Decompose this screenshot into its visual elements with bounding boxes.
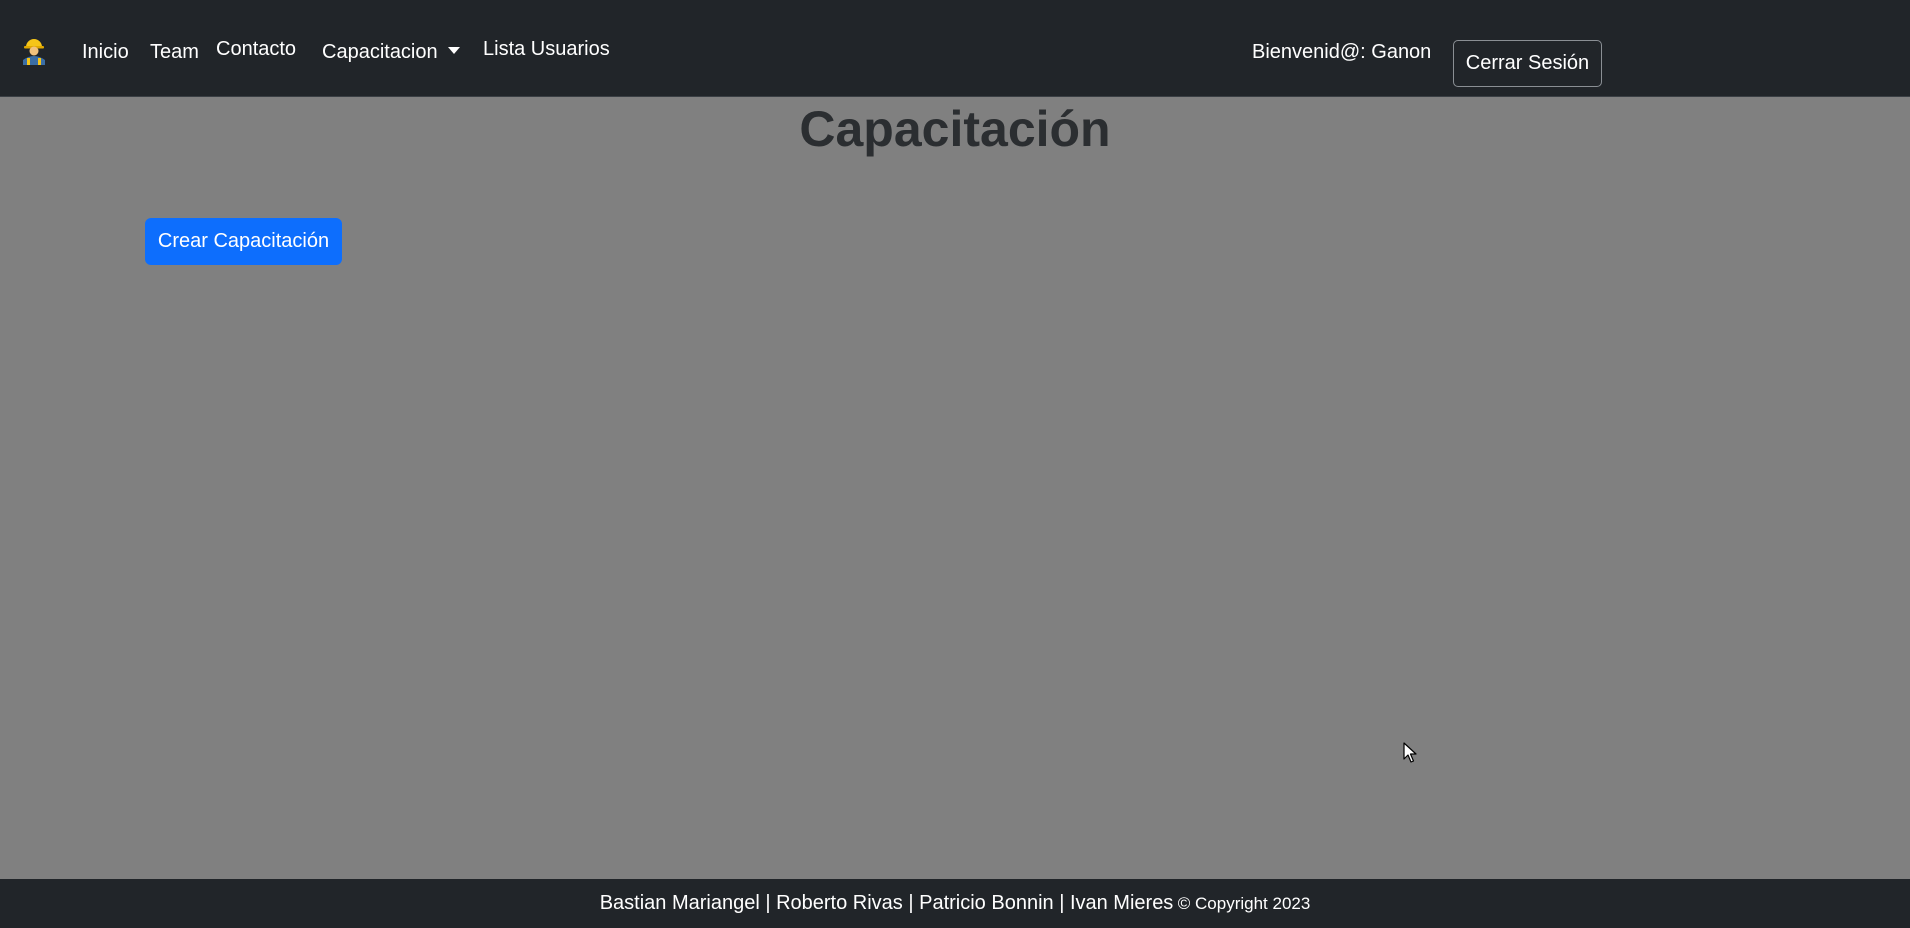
- page-title: Capacitación: [799, 101, 1111, 157]
- nav-dropdown-capacitacion[interactable]: Capacitacion: [322, 40, 460, 64]
- nav-link-team[interactable]: Team: [150, 40, 199, 64]
- nav-link-inicio[interactable]: Inicio: [82, 40, 129, 64]
- top-navbar: Inicio Team Contacto Capacitacion Lista …: [0, 0, 1910, 97]
- caret-down-icon: [447, 47, 460, 55]
- nav-link-contacto[interactable]: Contacto: [216, 37, 296, 61]
- welcome-user-text: Bienvenid@: Ganon: [1252, 41, 1432, 63]
- construction-worker-icon[interactable]: [18, 33, 50, 65]
- logout-button[interactable]: Cerrar Sesión: [1453, 40, 1602, 87]
- footer-authors: Bastian Mariangel | Roberto Rivas | Patr…: [599, 892, 1174, 914]
- nav-dropdown-label: Capacitacion: [322, 41, 438, 63]
- nav-link-lista-usuarios[interactable]: Lista Usuarios: [483, 37, 610, 61]
- footer-copyright: © Copyright 2023: [1177, 894, 1311, 913]
- page-footer: Bastian Mariangel | Roberto Rivas | Patr…: [0, 879, 1910, 928]
- mouse-cursor-icon: [1403, 742, 1417, 763]
- create-capacitacion-button[interactable]: Crear Capacitación: [145, 218, 342, 265]
